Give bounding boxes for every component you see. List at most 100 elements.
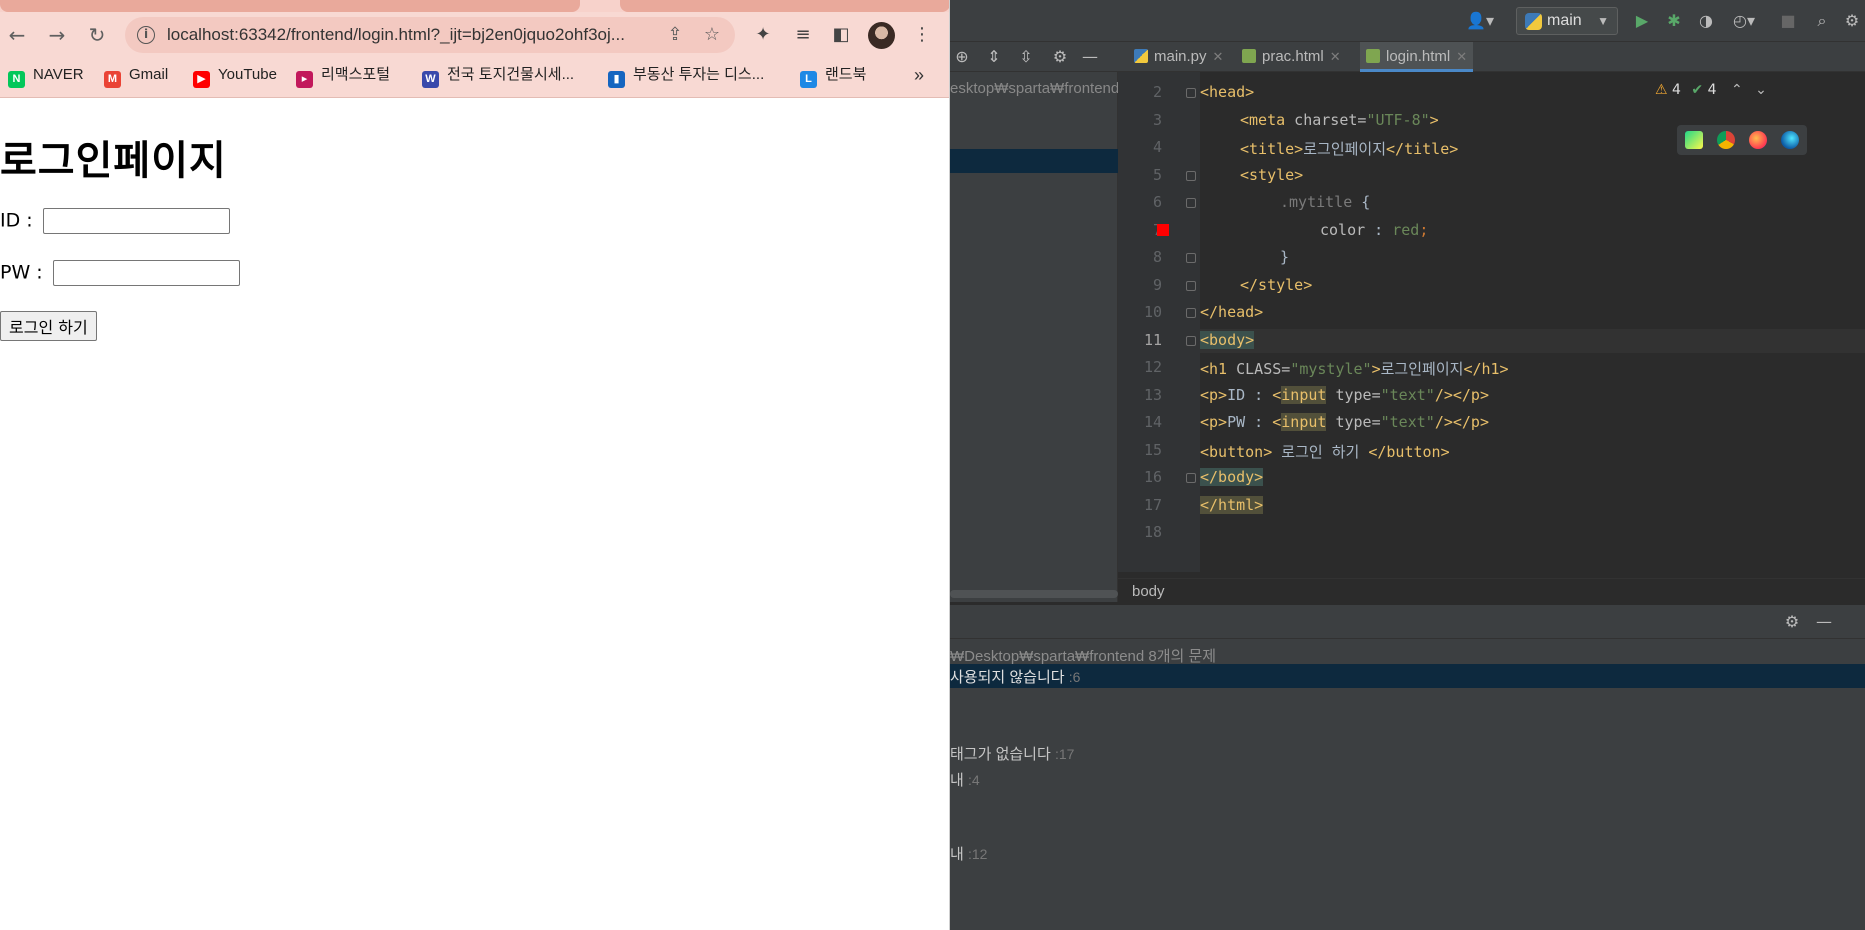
code-token: 로그인 하기 — [1272, 443, 1369, 461]
bookmark-label: NAVER — [33, 66, 84, 83]
fold-marker[interactable] — [1186, 198, 1196, 208]
breadcrumb: body — [1118, 578, 1865, 604]
stop-icon[interactable]: ■ — [1776, 8, 1800, 34]
fold-marker[interactable] — [1186, 253, 1196, 263]
settings-gear-icon[interactable]: ⚙ — [1780, 610, 1804, 634]
code-token: red — [1392, 221, 1420, 239]
fold-marker[interactable] — [1186, 336, 1196, 346]
project-scrollbar[interactable] — [950, 590, 1118, 598]
bookmark-land-price[interactable]: W 전국 토지건물시세... — [422, 58, 574, 92]
pycharm-icon[interactable] — [1685, 131, 1703, 149]
code-token: > — [1429, 111, 1439, 129]
profile-avatar[interactable] — [868, 22, 895, 49]
weak-warning-count: 4 — [1707, 82, 1717, 98]
debug-bug-icon[interactable]: ✱ — [1662, 8, 1686, 34]
bookmark-landbook[interactable]: L 랜드북 — [800, 58, 866, 92]
reload-icon[interactable]: ↻ — [84, 22, 110, 48]
user-account-icon[interactable]: 👤▾ — [1460, 8, 1500, 34]
bookmark-youtube[interactable]: ▶ YouTube — [193, 58, 277, 92]
problem-item[interactable]: 사용되지 않습니다 :6 — [950, 666, 1080, 687]
address-url[interactable]: localhost:63342/frontend/login.html?_ijt… — [167, 17, 625, 53]
line-number: 3 — [1152, 111, 1162, 129]
line-number: 11 — [1143, 331, 1162, 349]
line-number: 13 — [1143, 386, 1162, 404]
bookmark-remax[interactable]: ▸ 리맥스포털 — [296, 58, 390, 92]
code-token: input — [1281, 386, 1327, 404]
fold-marker[interactable] — [1186, 281, 1196, 291]
locate-icon[interactable]: ⊕ — [950, 45, 974, 69]
gear-icon[interactable]: ⚙ — [1048, 45, 1072, 69]
close-icon[interactable]: ✕ — [1213, 50, 1224, 65]
fold-marker[interactable] — [1186, 473, 1196, 483]
fold-marker[interactable] — [1186, 171, 1196, 181]
project-selected-row[interactable] — [950, 149, 1118, 173]
close-icon[interactable]: ✕ — [1330, 50, 1341, 65]
bookmark-realestate[interactable]: ▮ 부동산 투자는 디스... — [608, 58, 764, 92]
open-in-browser-popup — [1677, 125, 1807, 155]
warning-icon: ⚠ — [1655, 82, 1668, 98]
share-icon[interactable]: ⇪ — [662, 22, 688, 48]
code-line-9: </style> — [1240, 276, 1312, 294]
close-icon[interactable]: ✕ — [1456, 50, 1467, 65]
bookmark-naver[interactable]: N NAVER — [8, 58, 84, 92]
browser-toolbar: ← → ↻ i localhost:63342/frontend/login.h… — [0, 12, 949, 58]
extensions-puzzle-icon[interactable]: ✦ — [750, 22, 776, 48]
search-icon[interactable]: ⌕ — [1810, 8, 1834, 34]
id-row: ID : — [0, 208, 230, 234]
bookmark-gmail[interactable]: M Gmail — [104, 58, 168, 92]
browser-tab[interactable] — [620, 0, 949, 12]
fold-marker[interactable] — [1186, 88, 1196, 98]
side-panel-icon[interactable]: ◧ — [828, 22, 854, 48]
problems-header: ⚙ — — [950, 605, 1865, 639]
code-token: ; — [1419, 221, 1429, 239]
edge-icon[interactable] — [1781, 131, 1799, 149]
check-icon: ✔ — [1691, 82, 1704, 98]
id-input[interactable] — [42, 208, 230, 234]
hide-panel-icon[interactable]: — — [1078, 45, 1102, 69]
pw-row: PW : — [0, 260, 240, 286]
naver-icon: N — [8, 71, 25, 88]
line-number: 14 — [1143, 413, 1162, 431]
bookmark-star-icon[interactable]: ☆ — [699, 22, 725, 48]
coverage-icon[interactable]: ◑ — [1694, 8, 1718, 34]
browser-tab-strip[interactable] — [0, 0, 949, 12]
browser-window: ← → ↻ i localhost:63342/frontend/login.h… — [0, 0, 950, 930]
back-arrow-icon[interactable]: ← — [4, 22, 30, 48]
tab-login-html[interactable]: login.html ✕ — [1360, 42, 1474, 72]
kebab-menu-icon[interactable]: ⋮ — [909, 22, 935, 48]
bookmark-label: YouTube — [218, 66, 277, 83]
site-info-icon[interactable]: i — [137, 26, 155, 44]
browser-tab-active[interactable] — [0, 0, 580, 12]
problem-item[interactable]: 내 :12 — [950, 843, 987, 864]
profiler-icon[interactable]: ◴▾ — [1724, 8, 1764, 34]
bookmark-label: 리맥스포털 — [321, 66, 391, 83]
settings-icon[interactable]: ⚙ — [1840, 8, 1864, 34]
collapse-all-icon[interactable]: ⇳ — [1014, 45, 1038, 69]
line-number: 7 — [1122, 221, 1162, 239]
breadcrumb-item[interactable]: body — [1132, 583, 1165, 600]
chevron-down-icon[interactable]: ⌄ — [1755, 82, 1767, 98]
problem-selected-row[interactable] — [950, 664, 1865, 688]
pw-input[interactable] — [52, 260, 240, 286]
fold-marker[interactable] — [1186, 308, 1196, 318]
hide-panel-icon[interactable]: — — [1812, 610, 1836, 634]
tab-main-py[interactable]: main.py ✕ — [1134, 42, 1223, 72]
chevron-up-icon[interactable]: ⌃ — [1731, 82, 1743, 98]
bookmarks-bar: N NAVER M Gmail ▶ YouTube ▸ 리맥스포털 W 전국 토지건물시세… — [0, 58, 949, 98]
problem-item[interactable]: 태그가 없습니다 :17 — [950, 743, 1074, 764]
problem-item[interactable]: 내 :4 — [950, 769, 980, 790]
chrome-icon[interactable] — [1717, 131, 1735, 149]
login-button[interactable]: 로그인 하기 — [0, 311, 97, 341]
bookmarks-more-button[interactable]: » — [914, 58, 924, 92]
tab-prac-html[interactable]: prac.html ✕ — [1242, 42, 1341, 72]
run-config-selector[interactable]: main ▼ — [1516, 7, 1618, 35]
forward-arrow-icon[interactable]: → — [44, 22, 70, 48]
inspections-widget[interactable]: ⚠ 4 ✔ 4 ⌃ ⌄ — [1655, 82, 1767, 98]
firefox-icon[interactable] — [1749, 131, 1767, 149]
run-icon[interactable]: ▶ — [1630, 8, 1654, 34]
expand-all-icon[interactable]: ⇕ — [982, 45, 1006, 69]
address-bar[interactable]: i localhost:63342/frontend/login.html?_i… — [125, 17, 735, 53]
python-icon — [1525, 13, 1542, 30]
color-swatch-red[interactable] — [1157, 224, 1169, 236]
media-control-icon[interactable]: ≡ — [790, 22, 816, 48]
